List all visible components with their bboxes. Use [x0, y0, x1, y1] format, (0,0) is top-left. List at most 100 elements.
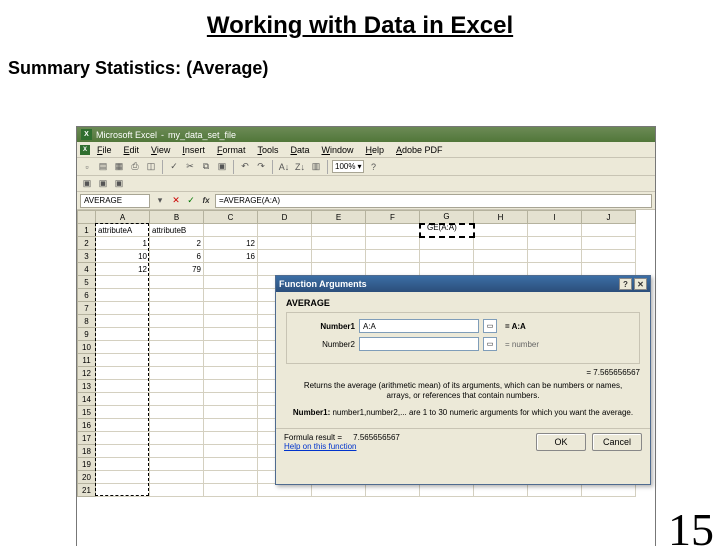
cell[interactable]	[150, 406, 204, 419]
cell[interactable]	[528, 237, 582, 250]
cell[interactable]	[420, 484, 474, 497]
cell[interactable]	[366, 484, 420, 497]
col-E[interactable]: E	[312, 211, 366, 224]
cell[interactable]	[150, 354, 204, 367]
menu-insert[interactable]: Insert	[177, 144, 210, 156]
cell[interactable]	[96, 289, 150, 302]
dialog-close-icon[interactable]: ✕	[634, 278, 647, 290]
cell[interactable]	[96, 354, 150, 367]
cell[interactable]	[96, 341, 150, 354]
cell[interactable]	[258, 224, 312, 237]
cell[interactable]	[366, 224, 420, 237]
cell[interactable]	[474, 250, 528, 263]
dialog-help-icon[interactable]: ?	[619, 278, 632, 290]
cell[interactable]	[150, 341, 204, 354]
cell[interactable]	[96, 471, 150, 484]
cell[interactable]	[204, 458, 258, 471]
col-J[interactable]: J	[582, 211, 636, 224]
col-F[interactable]: F	[366, 211, 420, 224]
cell[interactable]	[258, 250, 312, 263]
cell[interactable]	[204, 341, 258, 354]
cell[interactable]	[312, 224, 366, 237]
name-box[interactable]: AVERAGE	[80, 194, 150, 208]
cell[interactable]	[204, 406, 258, 419]
cell[interactable]	[204, 471, 258, 484]
cell[interactable]	[474, 263, 528, 276]
cell[interactable]	[150, 484, 204, 497]
cell[interactable]	[96, 302, 150, 315]
cell[interactable]: 12	[204, 237, 258, 250]
cell[interactable]: 6	[150, 250, 204, 263]
ok-button[interactable]: OK	[536, 433, 586, 451]
row-20[interactable]: 20	[78, 471, 96, 484]
cell[interactable]	[204, 367, 258, 380]
cell[interactable]: 12	[96, 263, 150, 276]
print-icon[interactable]: ⎙	[128, 160, 142, 174]
pdf-icon-3[interactable]: ▣	[112, 177, 126, 191]
cell[interactable]	[96, 432, 150, 445]
row-18[interactable]: 18	[78, 445, 96, 458]
cell[interactable]: attributeA	[96, 224, 150, 237]
row-15[interactable]: 15	[78, 406, 96, 419]
grid[interactable]: A B C D E F G H I J 1attributeAattribute…	[77, 210, 655, 550]
cell[interactable]	[204, 224, 258, 237]
cell[interactable]	[96, 484, 150, 497]
cell[interactable]	[150, 289, 204, 302]
cell[interactable]	[96, 458, 150, 471]
cell[interactable]	[258, 237, 312, 250]
sort-desc-icon[interactable]: Z↓	[293, 160, 307, 174]
cell[interactable]	[258, 263, 312, 276]
row-17[interactable]: 17	[78, 432, 96, 445]
menu-window[interactable]: Window	[316, 144, 358, 156]
cancel-formula-icon[interactable]: ✕	[170, 195, 182, 207]
cancel-button[interactable]: Cancel	[592, 433, 642, 451]
preview-icon[interactable]: ◫	[144, 160, 158, 174]
menu-file[interactable]: File	[92, 144, 117, 156]
cell[interactable]	[582, 484, 636, 497]
row-3[interactable]: 3	[78, 250, 96, 263]
cell[interactable]	[204, 315, 258, 328]
cell[interactable]	[150, 315, 204, 328]
col-A[interactable]: A	[96, 211, 150, 224]
cell[interactable]	[96, 393, 150, 406]
cell[interactable]	[96, 276, 150, 289]
menu-help[interactable]: Help	[361, 144, 390, 156]
cell[interactable]: 16	[204, 250, 258, 263]
cell[interactable]	[474, 237, 528, 250]
col-B[interactable]: B	[150, 211, 204, 224]
cell[interactable]	[204, 380, 258, 393]
cell[interactable]	[582, 237, 636, 250]
cell[interactable]	[204, 393, 258, 406]
save-icon[interactable]: ▦	[112, 160, 126, 174]
new-icon[interactable]: ▫	[80, 160, 94, 174]
arg2-input[interactable]	[359, 337, 479, 351]
cell[interactable]	[96, 367, 150, 380]
cell[interactable]	[96, 328, 150, 341]
cell[interactable]	[366, 250, 420, 263]
cell[interactable]	[582, 224, 636, 237]
cell[interactable]	[258, 484, 312, 497]
paste-icon[interactable]: ▣	[215, 160, 229, 174]
cell[interactable]	[150, 471, 204, 484]
cell[interactable]	[204, 432, 258, 445]
cell[interactable]	[204, 276, 258, 289]
col-I[interactable]: I	[528, 211, 582, 224]
menu-format[interactable]: Format	[212, 144, 251, 156]
menu-edit[interactable]: Edit	[119, 144, 145, 156]
cell[interactable]	[366, 263, 420, 276]
cell[interactable]	[582, 250, 636, 263]
enter-formula-icon[interactable]: ✓	[185, 195, 197, 207]
cell[interactable]	[96, 380, 150, 393]
menu-view[interactable]: View	[146, 144, 175, 156]
cell[interactable]	[150, 419, 204, 432]
cell[interactable]: attributeB	[150, 224, 204, 237]
select-all-corner[interactable]	[78, 211, 96, 224]
row-1[interactable]: 1	[78, 224, 96, 237]
row-16[interactable]: 16	[78, 419, 96, 432]
cell[interactable]	[204, 289, 258, 302]
namebox-dropdown-icon[interactable]: ▾	[153, 194, 167, 208]
open-icon[interactable]: ▤	[96, 160, 110, 174]
menu-adobe[interactable]: Adobe PDF	[391, 144, 448, 156]
cell[interactable]	[528, 250, 582, 263]
row-2[interactable]: 2	[78, 237, 96, 250]
